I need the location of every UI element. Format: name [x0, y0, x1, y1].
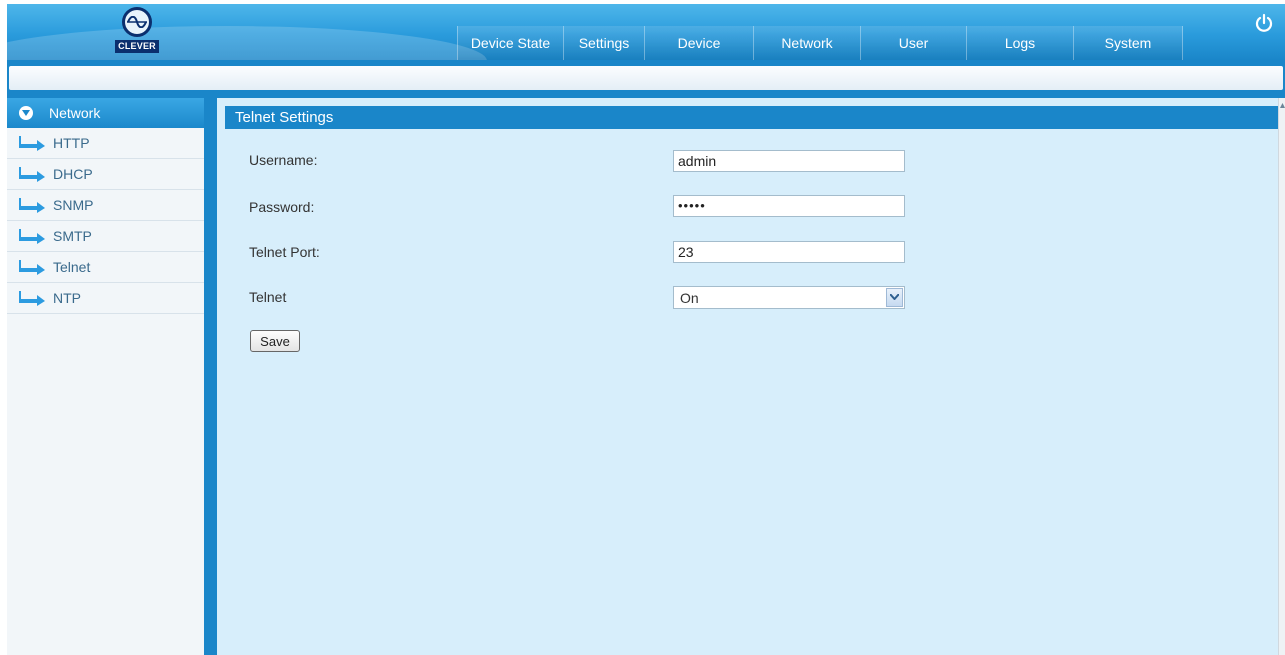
sidebar-item-label: NTP	[53, 290, 81, 306]
password-label: Password:	[249, 199, 315, 215]
sidebar-item-snmp[interactable]: SNMP	[7, 190, 204, 221]
power-icon[interactable]	[1253, 12, 1275, 34]
telnet-select-value: On	[680, 290, 699, 306]
tab-device-state[interactable]: Device State	[457, 26, 563, 60]
telnet-port-input[interactable]	[673, 241, 905, 263]
sidebar: Network HTTP DHCP SNMP SMTP Telnet NTP	[7, 98, 205, 655]
arrow-right-icon	[19, 229, 45, 244]
panel-title: Telnet Settings	[225, 106, 1278, 129]
tab-device[interactable]: Device	[644, 26, 753, 60]
sidebar-section-network[interactable]: Network	[7, 98, 204, 128]
tab-system[interactable]: System	[1073, 26, 1183, 60]
sidebar-item-label: SMTP	[53, 228, 92, 244]
header-decoration	[7, 26, 487, 60]
telnet-select[interactable]: On	[673, 286, 905, 309]
tab-settings[interactable]: Settings	[563, 26, 644, 60]
password-input[interactable]: •••••	[673, 195, 905, 217]
logo-sine-icon	[122, 7, 152, 37]
tab-logs[interactable]: Logs	[966, 26, 1073, 60]
scrollbar[interactable]	[1278, 98, 1285, 655]
arrow-right-icon	[19, 167, 45, 182]
sidebar-item-telnet[interactable]: Telnet	[7, 252, 204, 283]
telnet-label: Telnet	[249, 289, 287, 305]
sidebar-item-label: HTTP	[53, 135, 90, 151]
chevron-down-icon	[19, 106, 33, 120]
top-nav: Device State Settings Device Network Use…	[457, 26, 1183, 60]
arrow-right-icon	[19, 291, 45, 306]
sidebar-item-ntp[interactable]: NTP	[7, 283, 204, 314]
save-button[interactable]: Save	[250, 330, 300, 352]
chevron-down-icon[interactable]	[886, 288, 903, 307]
sub-toolbar-inner	[9, 66, 1283, 90]
tab-user[interactable]: User	[860, 26, 966, 60]
arrow-right-icon	[19, 260, 45, 275]
sidebar-item-smtp[interactable]: SMTP	[7, 221, 204, 252]
telnet-port-label: Telnet Port:	[249, 244, 320, 260]
sub-toolbar	[7, 60, 1285, 98]
sidebar-item-http[interactable]: HTTP	[7, 128, 204, 159]
tab-network[interactable]: Network	[753, 26, 860, 60]
sidebar-divider	[204, 98, 217, 655]
sidebar-item-label: Telnet	[53, 259, 91, 275]
clever-logo: CLEVER	[115, 7, 161, 55]
logo-text: CLEVER	[115, 40, 159, 53]
username-input[interactable]	[673, 150, 905, 172]
sidebar-section-label: Network	[49, 105, 101, 121]
username-label: Username:	[249, 152, 318, 168]
app-header: CLEVER Device State Settings Device Netw…	[7, 4, 1285, 60]
scroll-up-icon[interactable]	[1280, 102, 1285, 110]
sidebar-item-label: DHCP	[53, 166, 93, 182]
sidebar-item-label: SNMP	[53, 197, 94, 213]
main-panel: Telnet Settings Username: Password: ••••…	[217, 98, 1278, 655]
arrow-right-icon	[19, 198, 45, 213]
sidebar-item-dhcp[interactable]: DHCP	[7, 159, 204, 190]
arrow-right-icon	[19, 136, 45, 151]
